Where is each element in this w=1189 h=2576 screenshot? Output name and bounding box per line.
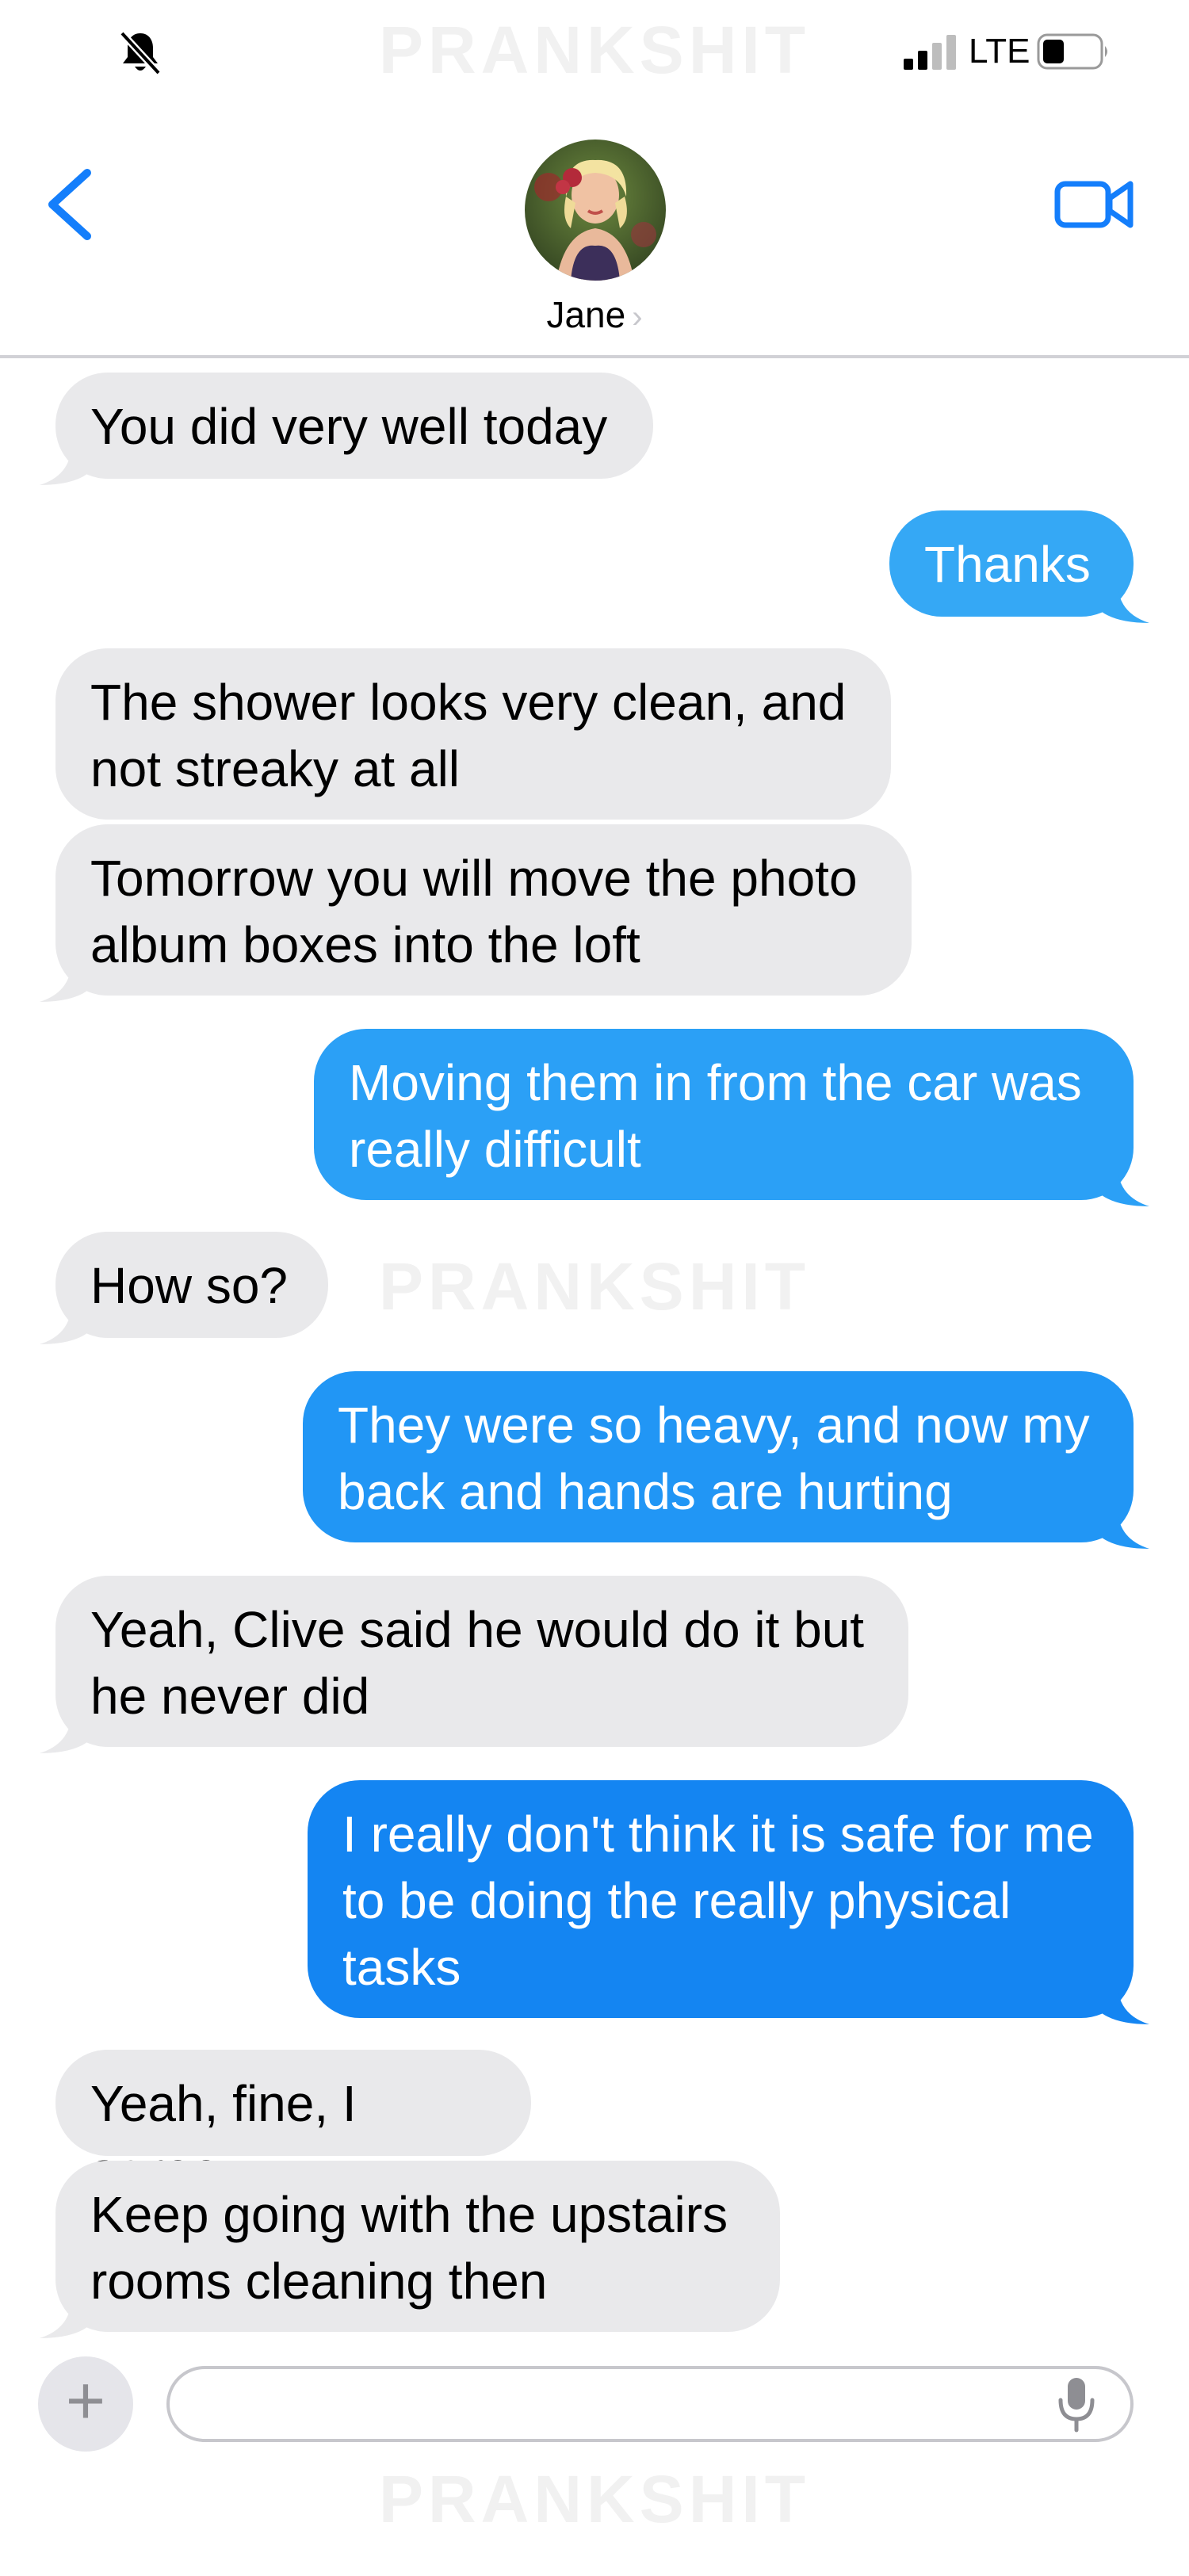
- message-text: Moving them in from the car was really d…: [349, 1054, 1082, 1178]
- message-text: They were so heavy, and now my back and …: [338, 1397, 1090, 1520]
- message-text: I really don't think it is safe for me t…: [342, 1806, 1094, 1996]
- video-camera-icon[interactable]: [1054, 173, 1134, 235]
- bubble-tail: [1102, 585, 1149, 623]
- status-bar: LTE: [0, 0, 1189, 103]
- bubble-tail: [40, 447, 87, 485]
- message-bubble-incoming[interactable]: Keep going with the upstairs rooms clean…: [55, 2161, 780, 2332]
- bubble-tail: [40, 964, 87, 1002]
- contact-name: Jane: [546, 294, 626, 335]
- message-text: Thanks: [924, 536, 1091, 593]
- message-bubble-incoming[interactable]: Yeah, Clive said he would do it but he n…: [55, 1576, 908, 1747]
- message-bubble-outgoing[interactable]: Thanks: [889, 510, 1134, 617]
- message-bubble-incoming[interactable]: The shower looks very clean, and not str…: [55, 648, 891, 820]
- bubble-tail: [1102, 1986, 1149, 2024]
- message-text: Keep going with the upstairs rooms clean…: [90, 2186, 728, 2310]
- message-text: Tomorrow you will move the photo album b…: [90, 850, 858, 973]
- watermark: PRANKSHIT: [378, 2462, 810, 2536]
- bubble-tail: [40, 1306, 87, 1344]
- message-composer: +: [0, 2346, 1189, 2452]
- plus-icon[interactable]: +: [38, 2356, 133, 2452]
- microphone-icon[interactable]: [1057, 2376, 1095, 2433]
- battery-icon: [1037, 33, 1107, 70]
- message-bubble-incoming[interactable]: Yeah, fine, I agree: [55, 2050, 531, 2199]
- chevron-right-icon: ›: [632, 300, 643, 334]
- message-bubble-outgoing[interactable]: Moving them in from the car was really d…: [314, 1029, 1134, 1200]
- message-input[interactable]: [166, 2366, 1134, 2442]
- bell-slash-icon: [119, 30, 162, 76]
- avatar[interactable]: [525, 140, 666, 281]
- message-bubble-outgoing[interactable]: They were so heavy, and now my back and …: [303, 1371, 1134, 1542]
- conversation-header: Jane ›: [0, 103, 1189, 358]
- message-bubble-outgoing[interactable]: I really don't think it is safe for me t…: [308, 1780, 1134, 2018]
- bubble-tail: [1102, 1511, 1149, 1549]
- bubble-tail: [1102, 1168, 1149, 1206]
- message-bubble-incoming[interactable]: You did very well today: [55, 373, 653, 479]
- signal-icon: [904, 35, 956, 70]
- message-text: You did very well today: [90, 398, 608, 455]
- bubble-tail: [40, 2300, 87, 2338]
- message-text: Yeah, Clive said he would do it but he n…: [90, 1601, 865, 1725]
- contact-name-row[interactable]: Jane ›: [0, 293, 1189, 336]
- message-text: How so?: [90, 1257, 288, 1314]
- network-label: LTE: [969, 32, 1030, 71]
- message-text: The shower looks very clean, and not str…: [90, 674, 847, 797]
- message-bubble-incoming[interactable]: Tomorrow you will move the photo album b…: [55, 824, 912, 996]
- message-bubble-incoming[interactable]: How so?: [55, 1232, 328, 1338]
- bubble-tail: [40, 1715, 87, 1753]
- back-chevron-icon[interactable]: [41, 166, 97, 243]
